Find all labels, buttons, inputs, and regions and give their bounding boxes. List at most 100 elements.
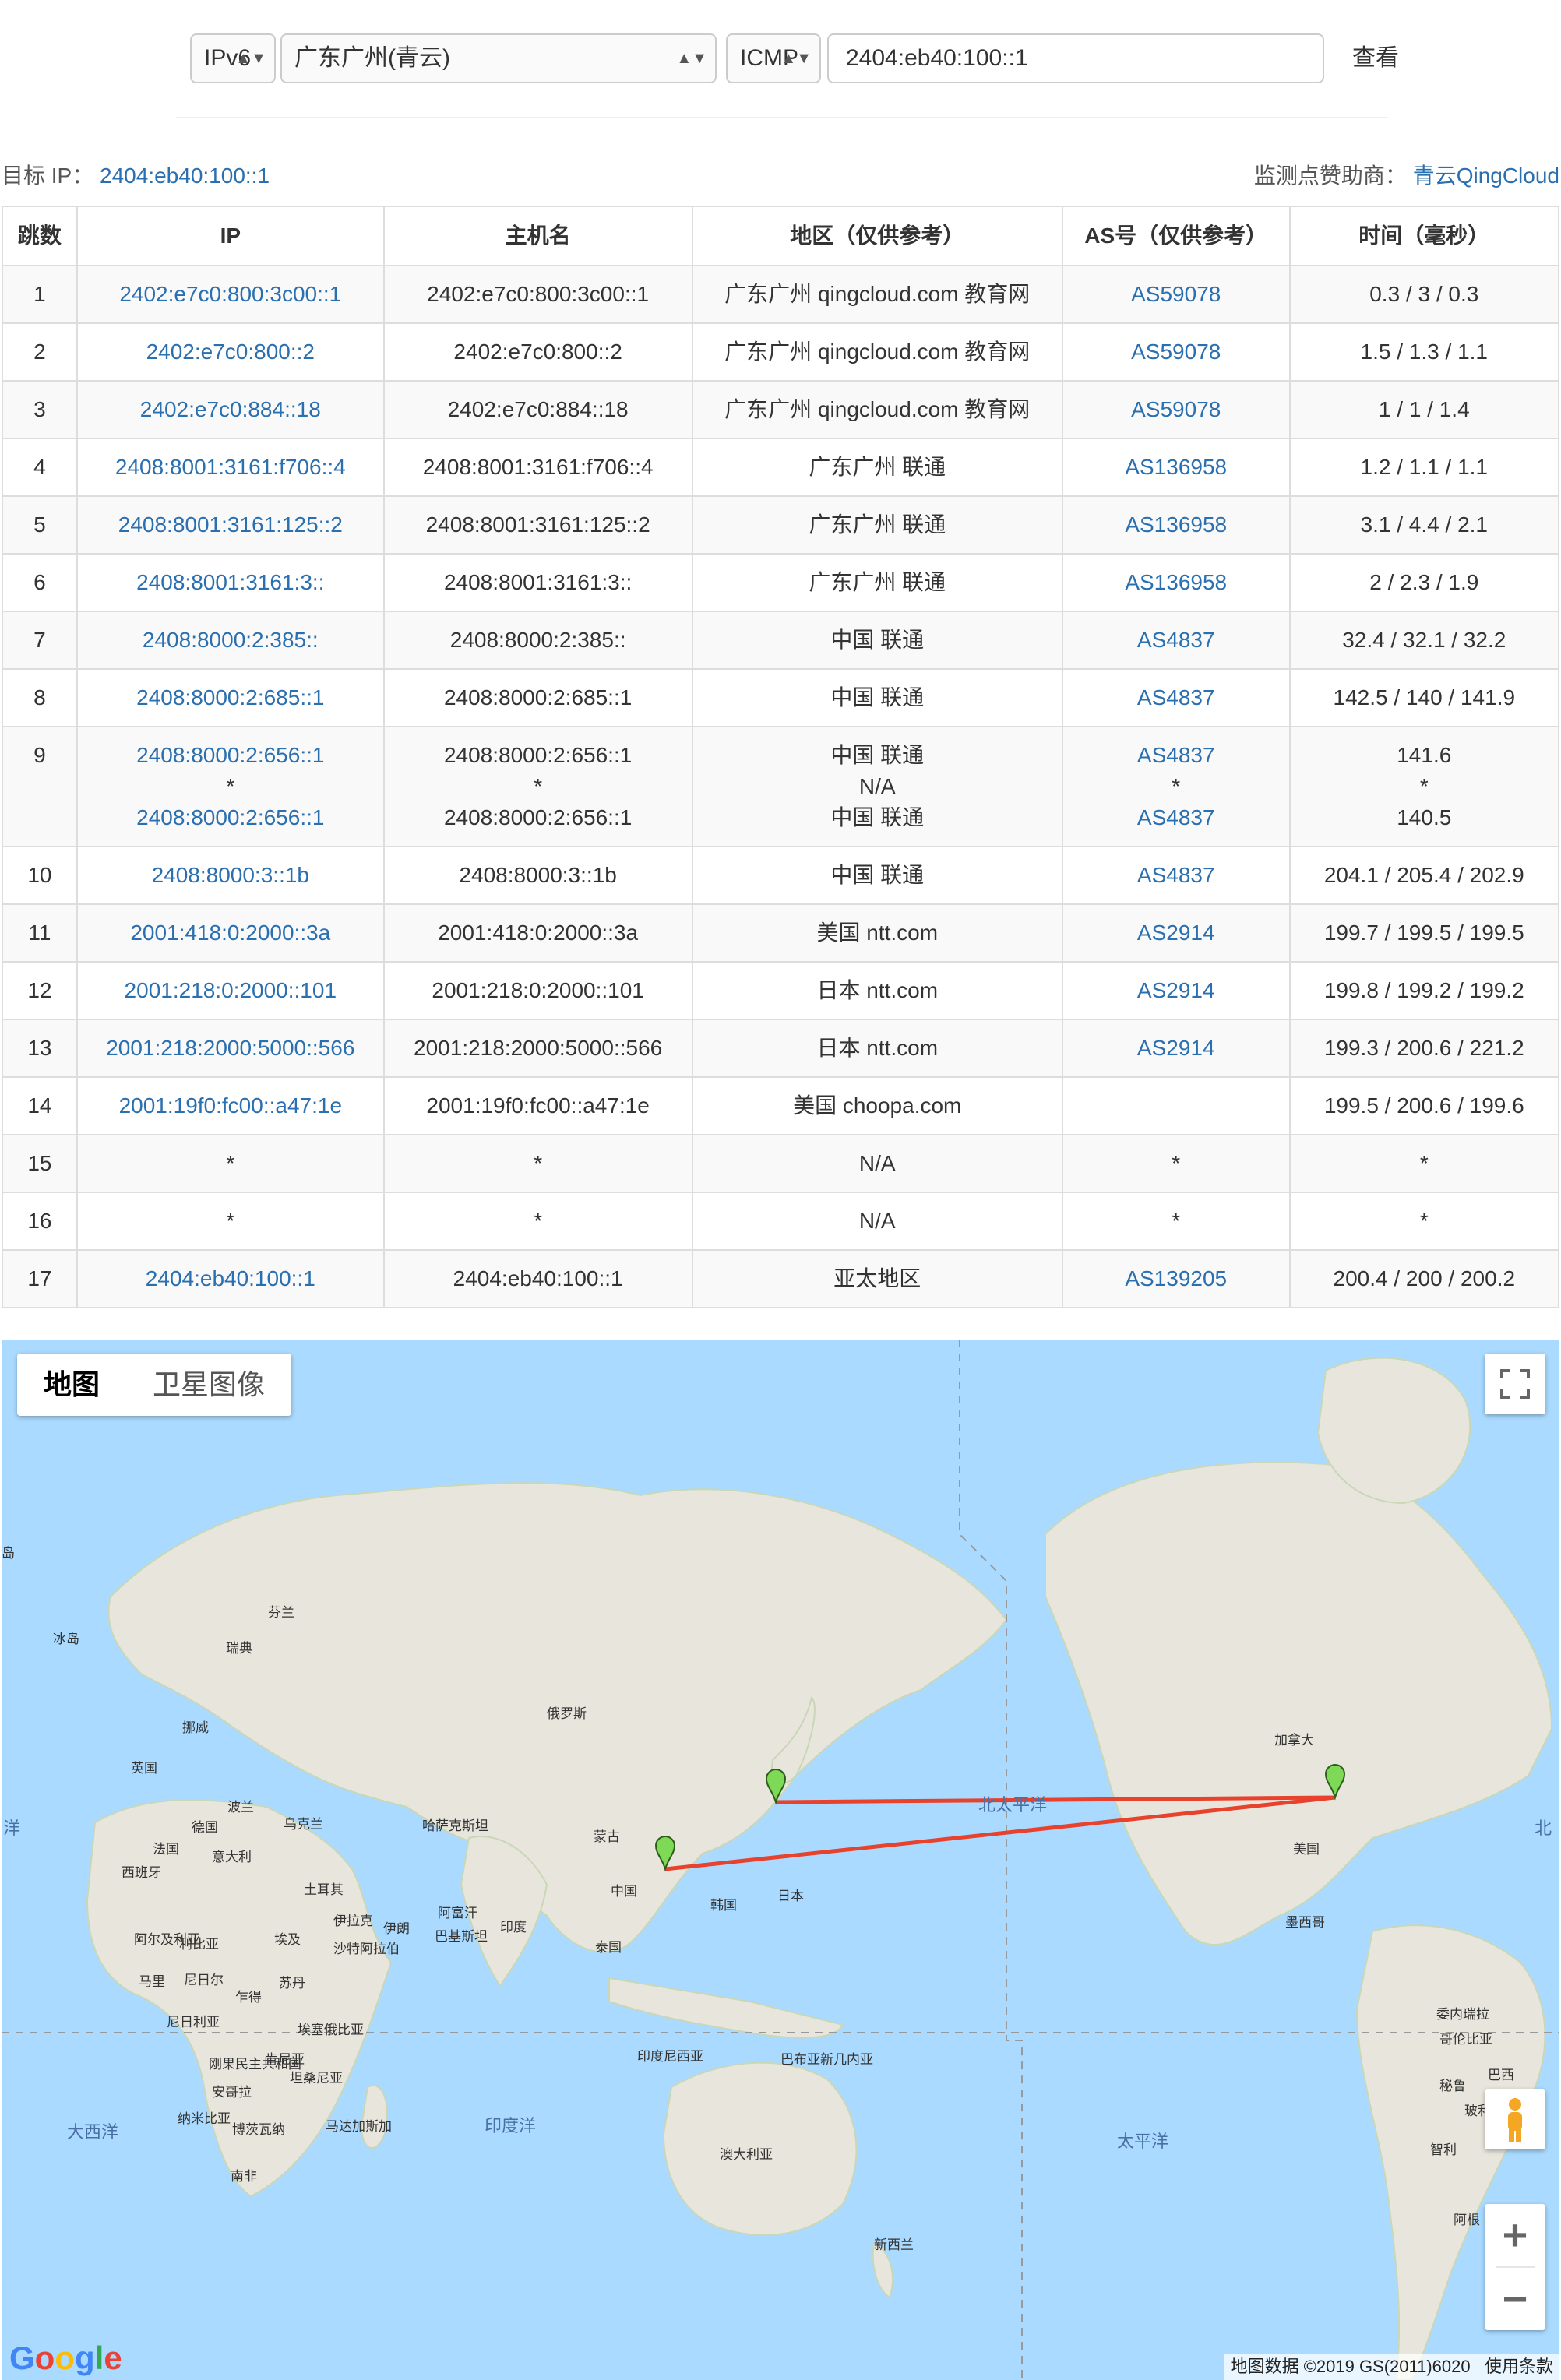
host-cell: 2408:8000:2:685::1 [382,668,693,727]
ip-link[interactable]: 2404:eb40:100::1 [81,1263,380,1294]
map-country-label: 意大利 [212,1850,252,1864]
ip-link[interactable]: 2402:e7c0:800::2 [81,336,380,368]
map-country-label: 德国 [192,1820,218,1835]
as-link[interactable]: AS4837 [1066,682,1286,713]
host-text: * [534,1209,543,1233]
host-text: 2402:e7c0:800::2 [453,340,622,364]
region-cell: 美国 ntt.com [691,903,1063,963]
as-cell: AS4837 [1061,846,1291,905]
as-link[interactable]: AS4837 [1066,860,1286,891]
ip-link[interactable]: 2408:8000:2:385:: [81,625,380,656]
hop-cell: 1 [2,265,78,324]
ip-cell: 2408:8001:3161:f706::4 [76,438,385,497]
table-row: 7 2408:8000:2:385:: 2408:8000:2:385:: 中国 联通… [2,611,1560,670]
zoom-in-button[interactable]: + [1485,2204,1545,2266]
as-link[interactable]: AS59078 [1066,279,1286,310]
table-row: 2 2402:e7c0:800::2 2402:e7c0:800::2 广东广州 qi… [2,322,1560,382]
map-ocean-label: 大西洋 [67,2122,119,2142]
as-link[interactable]: AS4837 [1066,740,1286,771]
protocol-select[interactable]: IPv6 ▲▼ [190,33,276,83]
map-country-label: 哈萨克斯坦 [422,1818,488,1833]
region-cell: 中国 联通 N/A 中国 联通 [691,726,1063,847]
ip-link[interactable]: 2408:8000:2:656::1 [81,740,380,771]
ip-link[interactable]: 2408:8001:3161:125::2 [81,509,380,540]
as-link[interactable]: AS59078 [1066,336,1286,368]
fullscreen-button[interactable] [1485,1354,1545,1414]
table-row: 5 2408:8001:3161:125::2 2408:8001:3161:125… [2,495,1560,555]
hop-cell: 9 [2,726,78,847]
zoom-out-button[interactable]: − [1485,2268,1545,2330]
table-row: 13 2001:218:2000:5000::566 2001:218:2000:5… [2,1019,1560,1078]
time-text: 142.5 / 140 / 141.9 [1333,685,1516,709]
ip-link[interactable]: 2001:218:2000:5000::566 [81,1033,380,1064]
region-cell: 广东广州 qingcloud.com 教育网 [691,380,1063,439]
table-row: 4 2408:8001:3161:f706::4 2408:8001:3161:f7… [2,438,1560,497]
host-cell: * [382,1134,693,1193]
host-text: 2408:8000:2:656::1 [443,805,633,829]
ip-cell: 2001:218:2000:5000::566 [76,1019,385,1078]
time-text: 2 / 2.3 / 1.9 [1369,570,1479,594]
time-text: 199.5 / 200.6 / 199.6 [1323,1093,1524,1118]
host-cell: 2001:19f0:fc00::a47:1e [382,1076,693,1135]
select-arrow-icon: ▲▼ [780,50,812,67]
ip-link[interactable]: 2001:418:0:2000::3a [81,917,380,949]
view-button[interactable]: 查看 [1352,33,1399,83]
as-link[interactable]: AS2914 [1066,975,1286,1006]
region-cell: 广东广州 qingcloud.com 教育网 [691,265,1063,324]
map-country-label: 伊朗 [383,1921,410,1936]
map-country-label: 尼日利亚 [167,2015,220,2030]
as-link[interactable]: AS139205 [1066,1263,1286,1294]
as-link[interactable]: AS2914 [1066,917,1286,949]
ip-link[interactable]: 2408:8000:3::1b [81,860,380,891]
as-link[interactable]: AS2914 [1066,1033,1286,1064]
map-country-label: 博茨瓦纳 [232,2122,285,2137]
map-ocean-label: 太平洋 [1117,2132,1169,2151]
time-cell: * [1288,1134,1560,1193]
map-country-label: 伊拉克 [333,1914,373,1928]
ip-link[interactable]: 2408:8001:3161:f706::4 [81,452,380,483]
sponsor-link[interactable]: 青云QingCloud [1413,164,1559,188]
as-link[interactable]: AS4837 [1066,802,1286,833]
ip-link[interactable]: 2001:19f0:fc00::a47:1e [81,1090,380,1121]
ip-link[interactable]: 2408:8000:2:656::1 [81,802,380,833]
region-cell: 中国 联通 [691,668,1063,727]
table-row: 17 2404:eb40:100::1 2404:eb40:100::1 亚太地区 AS… [2,1249,1560,1308]
ip-cell: * [76,1134,385,1193]
as-link[interactable]: AS136958 [1066,509,1286,540]
map-country-label: 巴西 [1488,2068,1514,2082]
map-country-label: 纳米比亚 [178,2111,231,2126]
ip-link[interactable]: 2402:e7c0:800:3c00::1 [81,279,380,310]
region-text: 广东广州 qingcloud.com 教育网 [724,340,1031,364]
as-link[interactable]: AS4837 [1066,625,1286,656]
time-text: 200.4 / 200 / 200.2 [1333,1266,1516,1290]
ip-cell: 2404:eb40:100::1 [76,1249,385,1308]
region-text: 广东广州 联通 [809,455,946,479]
street-view-button[interactable] [1485,2089,1545,2149]
region-text: 美国 ntt.com [816,921,939,945]
target-input[interactable]: 2404:eb40:100::1 [827,33,1324,83]
as-link[interactable]: AS136958 [1066,567,1286,598]
as-link[interactable]: AS136958 [1066,452,1286,483]
host-cell: 2408:8001:3161:f706::4 [382,438,693,497]
ip-link[interactable]: 2408:8001:3161:3:: [81,567,380,598]
ip-link[interactable]: 2408:8000:2:685::1 [81,682,380,713]
map-tab[interactable]: 地图 [17,1354,126,1416]
ip-link[interactable]: 2402:e7c0:884::18 [81,394,380,425]
host-cell: 2001:418:0:2000::3a [382,903,693,963]
map-country-label: 新西兰 [874,2237,914,2252]
node-select[interactable]: 广东广州(青云) ▲▼ [280,33,717,83]
ip-link[interactable]: 2001:218:0:2000::101 [81,975,380,1006]
route-map[interactable]: 冰岛 芬兰 瑞典 挪威 英国 波兰 乌克兰 德国 法国 意大利 西班牙 俄罗斯 哈萨克斯坦 蒙古 中国 韩国 日… [2,1340,1559,2380]
map-country-label: 日本 [777,1889,804,1903]
table-row: 6 2408:8001:3161:3:: 2408:8001:3161:3:: 广东广… [2,553,1560,612]
time-text: 204.1 / 205.4 / 202.9 [1323,863,1524,887]
terms-link[interactable]: 使用条款 [1485,2357,1553,2376]
host-cell: 2408:8000:2:656::1 * 2408:8000:2:656::1 [382,726,693,847]
target-ip-link[interactable]: 2404:eb40:100::1 [100,164,270,188]
map-country-label: 英国 [131,1761,157,1776]
method-select[interactable]: ICMP ▲▼ [726,33,821,83]
as-link[interactable]: AS59078 [1066,394,1286,425]
as-cell: AS139205 [1061,1249,1291,1308]
satellite-tab[interactable]: 卫星图像 [126,1354,291,1416]
map-country-label: 中国 [611,1884,637,1899]
